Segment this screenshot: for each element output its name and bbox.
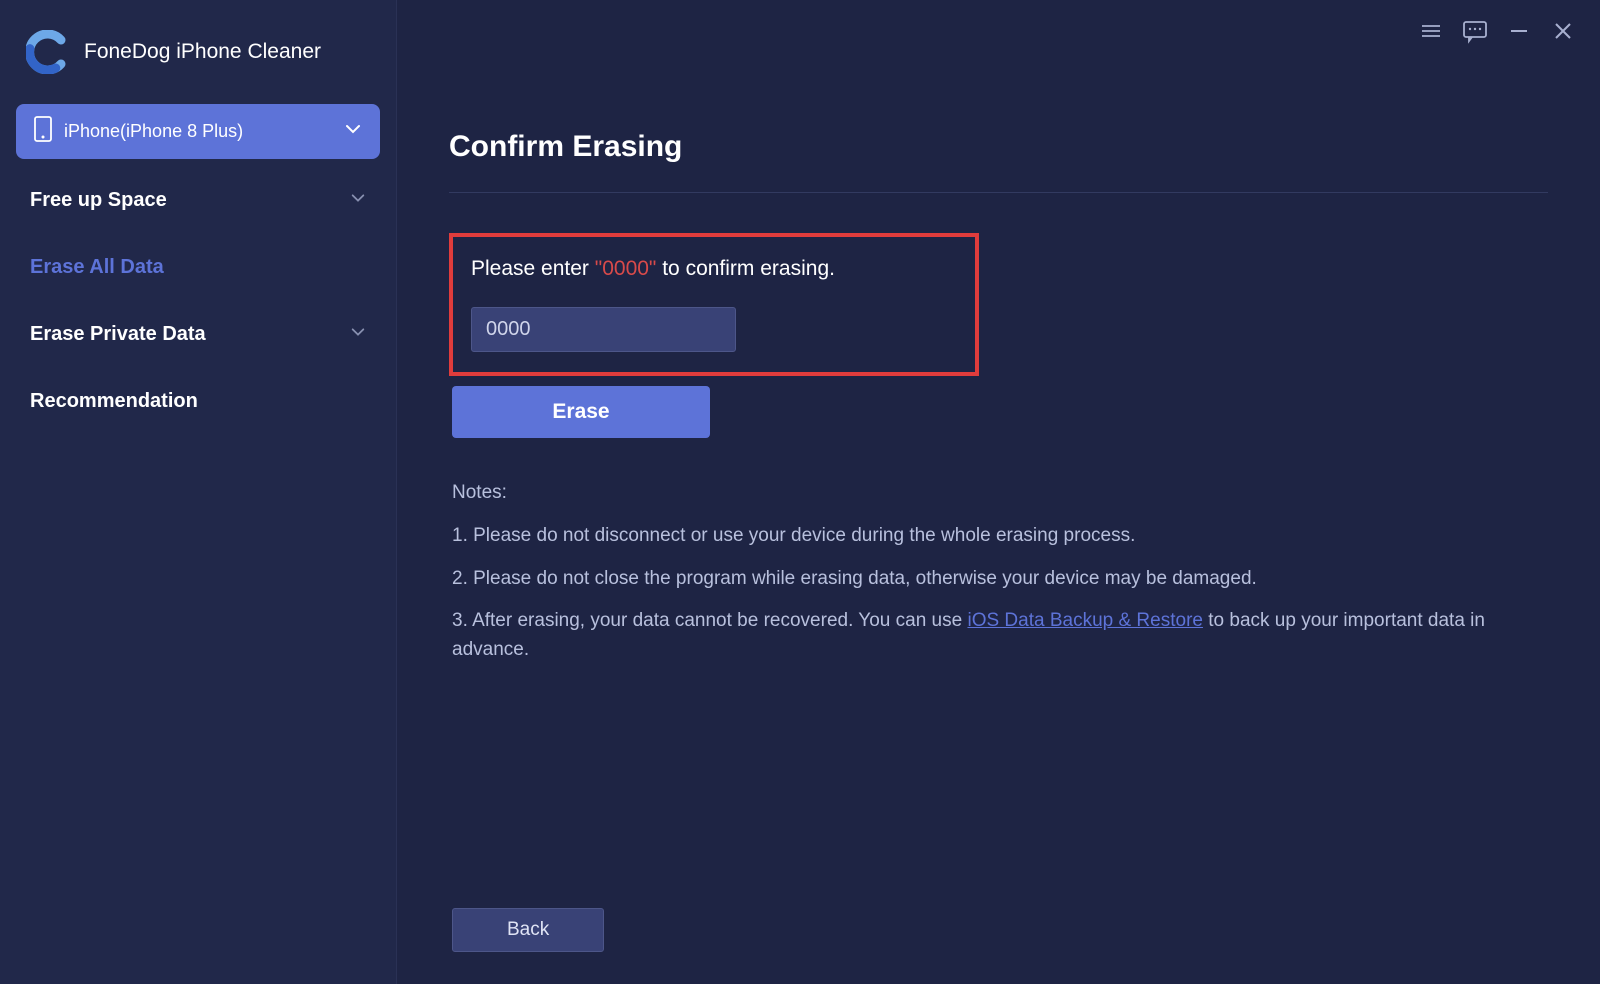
sidebar-item-erase-all-data[interactable]: Erase All Data [16,234,380,301]
chevron-down-icon [350,189,366,212]
minimize-icon[interactable] [1506,18,1532,44]
sidebar-item-label: Erase Private Data [30,323,206,346]
note3-prefix: 3. After erasing, your data cannot be re… [452,610,967,631]
app-logo-icon [26,30,70,74]
erase-button[interactable]: Erase [452,386,710,438]
confirm-text: Please enter "0000" to confirm erasing. [471,257,957,281]
menu-icon[interactable] [1418,18,1444,44]
confirm-code: "0000" [595,257,657,280]
device-name: iPhone(iPhone 8 Plus) [64,121,243,142]
sidebar-item-recommendation[interactable]: Recommendation [16,368,380,435]
phone-icon [34,116,52,147]
notes-title: Notes: [452,482,1548,504]
note-item-3: 3. After erasing, your data cannot be re… [452,607,1548,664]
titlebar [1394,0,1600,62]
app-title: FoneDog iPhone Cleaner [84,40,321,64]
note-item-2: 2. Please do not close the program while… [452,565,1548,594]
device-selector-left: iPhone(iPhone 8 Plus) [34,116,243,147]
sidebar-item-label: Erase All Data [30,256,164,279]
device-selector[interactable]: iPhone(iPhone 8 Plus) [16,104,380,159]
sidebar-item-erase-private-data[interactable]: Erase Private Data [16,301,380,368]
confirm-code-input[interactable] [471,307,736,352]
close-icon[interactable] [1550,18,1576,44]
sidebar: FoneDog iPhone Cleaner iPhone(iPhone 8 P… [0,0,397,984]
content: Confirm Erasing Please enter "0000" to c… [397,0,1600,984]
chevron-down-icon [350,323,366,346]
notes-section: Notes: 1. Please do not disconnect or us… [452,482,1548,678]
page-title: Confirm Erasing [449,130,1548,164]
sidebar-item-free-up-space[interactable]: Free up Space [16,167,380,234]
confirm-prefix: Please enter [471,257,595,280]
main-area: Confirm Erasing Please enter "0000" to c… [397,0,1600,984]
logo-section: FoneDog iPhone Cleaner [16,14,380,104]
confirm-highlight-box: Please enter "0000" to confirm erasing. [449,233,979,376]
divider [449,192,1548,193]
sidebar-item-label: Recommendation [30,390,198,413]
chevron-down-icon [344,120,362,143]
note-item-1: 1. Please do not disconnect or use your … [452,522,1548,551]
confirm-suffix: to confirm erasing. [656,257,835,280]
back-button[interactable]: Back [452,908,604,952]
chat-icon[interactable] [1462,18,1488,44]
sidebar-item-label: Free up Space [30,189,167,212]
backup-restore-link[interactable]: iOS Data Backup & Restore [967,610,1203,631]
app-container: FoneDog iPhone Cleaner iPhone(iPhone 8 P… [0,0,1600,984]
